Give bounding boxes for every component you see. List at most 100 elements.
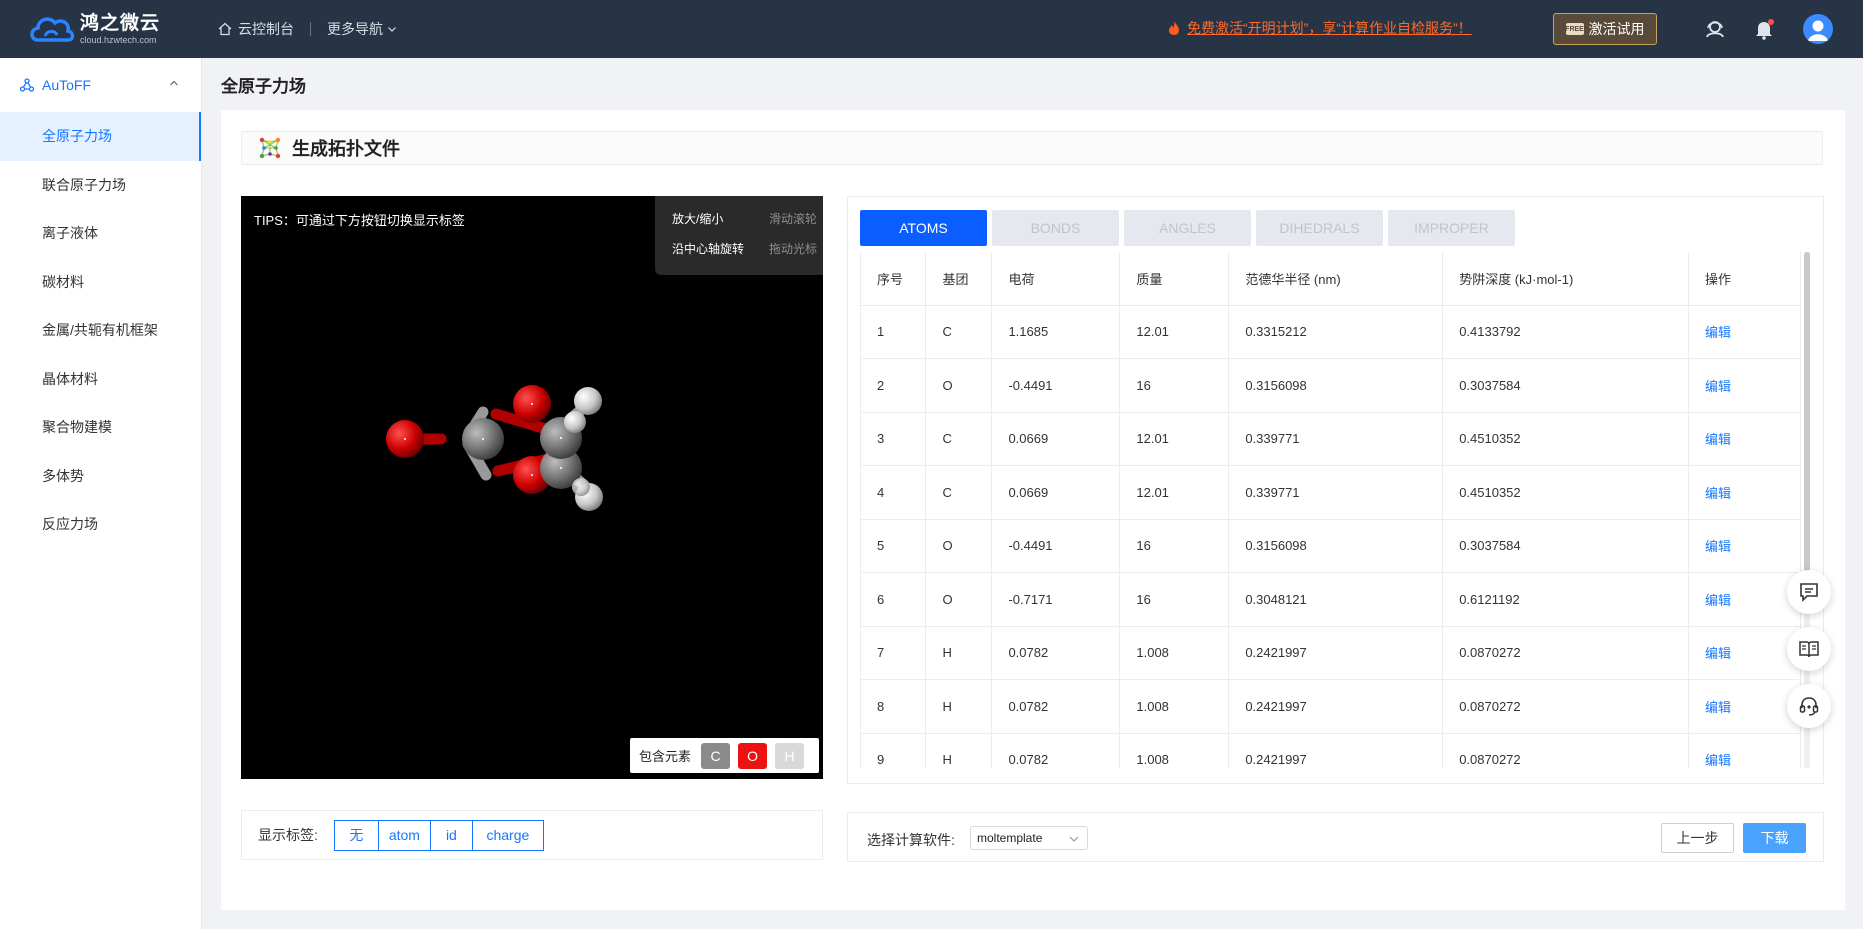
table-cell: 1 <box>861 305 927 359</box>
table-cell: 0.0782 <box>991 626 1121 680</box>
molecule-viewer[interactable]: TIPS：可通过下方按钮切换显示标签 放大/缩小 滑动滚轮 沿中心轴旋转 拖动光… <box>241 196 823 779</box>
table-cell: 0.339771 <box>1228 412 1444 466</box>
activate-trial-button[interactable]: FREE 激活试用 <box>1553 13 1657 45</box>
bell-icon[interactable] <box>1752 17 1776 41</box>
tab-improper[interactable]: IMPROPER <box>1388 210 1515 246</box>
edit-link[interactable]: 编辑 <box>1688 733 1801 768</box>
table-cell: C <box>925 305 993 359</box>
nav-divider <box>310 22 311 36</box>
table-cell: 12.01 <box>1119 305 1230 359</box>
tab-dihedrals[interactable]: DIHEDRALS <box>1256 210 1383 246</box>
free-badge-icon: FREE <box>1565 23 1584 35</box>
chevron-up-icon <box>170 80 178 86</box>
edit-link[interactable]: 编辑 <box>1688 572 1801 627</box>
table-cell: 9 <box>861 733 927 768</box>
table-cell: 0.3037584 <box>1442 519 1690 573</box>
table-cell: -0.4491 <box>991 519 1121 573</box>
chat-icon <box>1800 583 1818 602</box>
page-title: 全原子力场 <box>221 77 306 96</box>
label-option-atom[interactable]: atom <box>377 819 431 851</box>
table-cell: 0.3037584 <box>1442 358 1690 413</box>
edit-link[interactable]: 编辑 <box>1688 679 1801 734</box>
service-user-icon[interactable] <box>1703 17 1727 41</box>
label-option-none[interactable]: 无 <box>333 819 379 851</box>
table-cell: 7 <box>861 626 927 680</box>
molecule-grid-icon <box>259 137 281 159</box>
table-cell: 0.2421997 <box>1228 626 1444 680</box>
software-selected-value: moltemplate <box>977 831 1043 845</box>
promo-link[interactable]: 免费激活“开明计划”，享“计算作业自检服务”！ <box>1167 18 1472 38</box>
table-row: 5 O -0.4491 16 0.3156098 0.3037584 编辑 <box>861 519 1801 573</box>
edit-link[interactable]: 编辑 <box>1688 465 1801 520</box>
more-nav-dropdown[interactable]: 更多导航 <box>327 19 397 39</box>
tab-atoms[interactable]: ATOMS <box>860 210 987 246</box>
table-cell: 6 <box>861 572 927 627</box>
table-cell: 3 <box>861 412 927 466</box>
label-option-id[interactable]: id <box>429 819 473 851</box>
sidebar-item-many-body[interactable]: 多体势 <box>0 452 201 501</box>
table-row: 4 C 0.0669 12.01 0.339771 0.4510352 编辑 <box>861 465 1801 520</box>
sidebar-item-ionic-liquid[interactable]: 离子液体 <box>0 209 201 258</box>
edit-link[interactable]: 编辑 <box>1688 305 1801 359</box>
section-title: 生成拓扑文件 <box>292 139 400 159</box>
download-button[interactable]: 下载 <box>1743 823 1806 853</box>
table-row: 1 C 1.1685 12.01 0.3315212 0.4133792 编辑 <box>861 305 1801 359</box>
sidebar-item-crystal[interactable]: 晶体材料 <box>0 355 201 404</box>
software-select[interactable]: moltemplate <box>970 826 1088 850</box>
col-mass: 质量 <box>1119 252 1230 306</box>
console-link[interactable]: 云控制台 <box>218 19 294 39</box>
sidebar-item-all-atom[interactable]: 全原子力场 <box>0 112 201 161</box>
table-cell: 8 <box>861 679 927 734</box>
user-avatar[interactable] <box>1803 14 1833 44</box>
edit-link[interactable]: 编辑 <box>1688 412 1801 466</box>
table-row: 6 O -0.7171 16 0.3048121 0.6121192 编辑 <box>861 572 1801 627</box>
element-chip-oxygen[interactable]: O <box>738 742 768 769</box>
table-cell: O <box>925 572 993 627</box>
support-button[interactable] <box>1787 684 1831 728</box>
table-cell: 0.0870272 <box>1442 733 1690 768</box>
col-action: 操作 <box>1688 252 1801 306</box>
table-row: 9 H 0.0782 1.008 0.2421997 0.0870272 编辑 <box>861 733 1801 768</box>
edit-link[interactable]: 编辑 <box>1688 626 1801 680</box>
chevron-down-icon <box>388 27 396 32</box>
table-row: 7 H 0.0782 1.008 0.2421997 0.0870272 编辑 <box>861 626 1801 680</box>
table-cell: 0.0782 <box>991 679 1121 734</box>
scrollbar-thumb[interactable] <box>1804 252 1810 597</box>
previous-step-button[interactable]: 上一步 <box>1661 823 1734 853</box>
chevron-down-icon <box>1069 836 1079 842</box>
edit-link[interactable]: 编辑 <box>1688 358 1801 413</box>
edit-link[interactable]: 编辑 <box>1688 519 1801 573</box>
sidebar-item-polymer[interactable]: 聚合物建模 <box>0 403 201 452</box>
element-chip-carbon[interactable]: C <box>701 742 731 769</box>
book-icon <box>1799 641 1819 658</box>
table-cell: 0.339771 <box>1228 465 1444 520</box>
sidebar-item-mof[interactable]: 金属/共轭有机框架 <box>0 306 201 355</box>
sidebar-item-label: 离子液体 <box>42 225 98 242</box>
more-nav-label: 更多导航 <box>327 21 383 37</box>
sidebar-item-reactive[interactable]: 反应力场 <box>0 500 201 549</box>
sidebar-item-carbon[interactable]: 碳材料 <box>0 258 201 307</box>
col-well-depth: 势阱深度 (kJ·mol-1) <box>1442 252 1690 306</box>
tab-angles[interactable]: ANGLES <box>1124 210 1251 246</box>
sidebar-group-autoff[interactable]: AuToFF <box>0 58 201 112</box>
table-cell: 16 <box>1119 519 1230 573</box>
sidebar-group-label: AuToFF <box>42 77 92 93</box>
sidebar-item-united-atom[interactable]: 联合原子力场 <box>0 161 201 210</box>
software-label: 选择计算软件: <box>867 832 955 848</box>
label-option-charge[interactable]: charge <box>471 819 544 851</box>
table-cell: 0.3315212 <box>1228 305 1444 359</box>
brand-domain: cloud.hzwtech.com <box>80 34 157 45</box>
element-chip-hydrogen[interactable]: H <box>775 742 805 769</box>
chat-button[interactable] <box>1787 570 1831 614</box>
sidebar: AuToFF 全原子力场 联合原子力场 离子液体 碳材料 金属/共轭有机框架 晶… <box>0 58 202 929</box>
atoms-table-scroll[interactable]: 序号 基团 电荷 质量 范德华半径 (nm) 势阱深度 (kJ·mol-1) 操… <box>860 252 1811 768</box>
table-cell: 0.3048121 <box>1228 572 1444 627</box>
sidebar-item-label: 联合原子力场 <box>42 176 126 193</box>
col-index: 序号 <box>861 252 927 306</box>
brand-logo[interactable]: 鸿之微云 cloud.hzwtech.com <box>28 12 218 46</box>
docs-button[interactable] <box>1787 627 1831 671</box>
tab-bonds[interactable]: BONDS <box>992 210 1119 246</box>
table-cell: -0.4491 <box>991 358 1121 413</box>
table-cell: 0.6121192 <box>1442 572 1690 627</box>
table-cell: C <box>925 412 993 466</box>
